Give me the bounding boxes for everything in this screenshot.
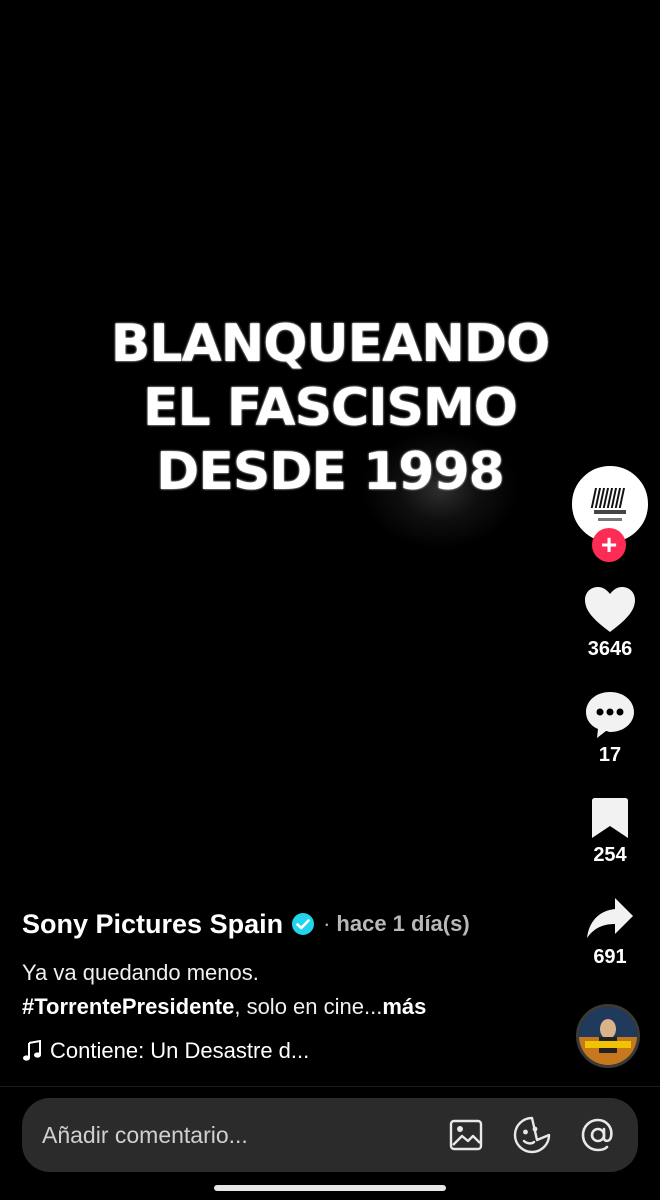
save-count: 254 [593, 844, 627, 866]
headline-line-3: DESDE 1998 [156, 442, 505, 502]
music-title: Contiene: Un Desastre d... [50, 1038, 310, 1063]
video-caption: Sony Pictures Spain · hace 1 día(s) Ya v… [22, 904, 562, 1064]
save-button[interactable]: 254 [560, 796, 660, 867]
verified-badge-icon [292, 913, 315, 935]
share-count: 691 [593, 946, 627, 968]
caption-line: Ya va quedando menos. [22, 960, 259, 985]
comment-input[interactable]: Añadir comentario... [42, 1122, 420, 1149]
post-time: hace 1 día(s) [336, 911, 470, 936]
heart-icon[interactable] [584, 586, 636, 634]
movie-poster-icon [579, 1007, 637, 1065]
creator-avatar[interactable]: + [572, 466, 648, 562]
image-icon[interactable] [446, 1115, 486, 1155]
hashtag-link[interactable]: #TorrentePresidente [22, 994, 234, 1019]
like-count: 3646 [587, 638, 633, 660]
share-button[interactable]: 691 [560, 896, 660, 969]
separator-dot: · [323, 911, 331, 936]
divider [0, 1086, 660, 1087]
music-disc-thumbnail[interactable] [576, 1004, 640, 1068]
comment-bubble-icon[interactable] [584, 690, 636, 740]
headline-line-1: BLANQUEANDO [110, 314, 551, 374]
music-row[interactable]: Contiene: Un Desastre d... [22, 1038, 562, 1064]
comment-count: 17 [598, 744, 622, 766]
mention-icon[interactable] [578, 1115, 618, 1155]
author-name[interactable]: Sony Pictures Spain [22, 909, 283, 940]
music-note-icon [23, 1040, 41, 1061]
video-screen[interactable]: BLANQUEANDO EL FASCISMO DESDE 1998 + 364… [0, 0, 660, 1200]
like-button[interactable]: 3646 [560, 586, 660, 661]
comment-button[interactable]: 17 [560, 690, 660, 767]
author-row: Sony Pictures Spain · hace 1 día(s) [22, 904, 562, 944]
bookmark-icon[interactable] [590, 796, 630, 840]
more-link[interactable]: más [382, 994, 426, 1019]
caption-text[interactable]: Ya va quedando menos. #TorrentePresident… [22, 956, 562, 1024]
comment-input-bar[interactable]: Añadir comentario... [22, 1098, 638, 1172]
follow-plus-icon[interactable]: + [592, 528, 626, 562]
emoji-icon[interactable] [512, 1115, 552, 1155]
caption-continuation: , solo en cine... [234, 994, 383, 1019]
share-arrow-icon[interactable] [585, 896, 635, 942]
video-headline: BLANQUEANDO EL FASCISMO DESDE 1998 [0, 312, 660, 504]
home-indicator[interactable] [214, 1185, 446, 1191]
headline-line-2: EL FASCISMO [143, 378, 518, 438]
